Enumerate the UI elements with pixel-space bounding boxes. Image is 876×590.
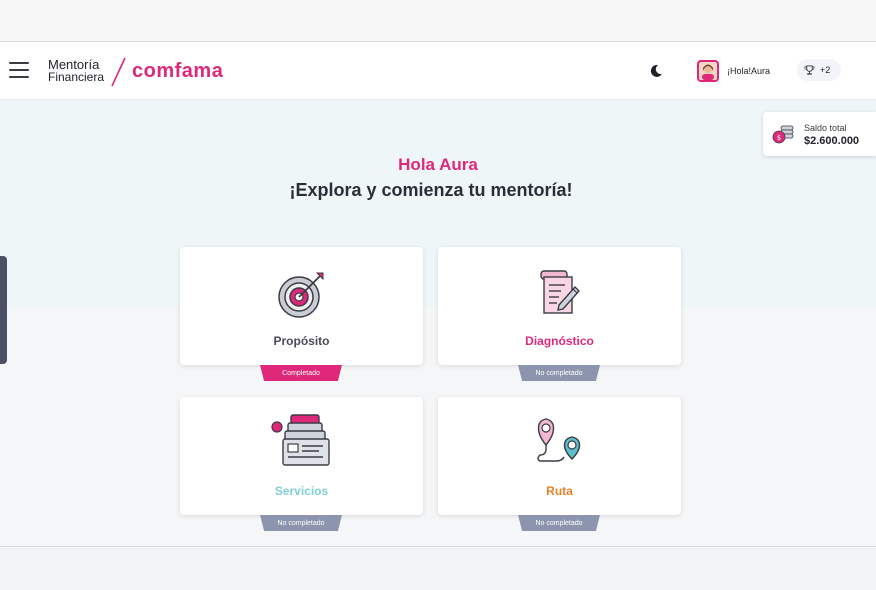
- status-badge-servicios: No completado: [260, 515, 342, 531]
- trophy-count: +2: [820, 65, 831, 75]
- bottom-divider: [0, 546, 876, 547]
- brand-title: Mentoría Financiera: [48, 58, 105, 84]
- card-title-proposito: Propósito: [273, 334, 330, 348]
- user-greeting[interactable]: ¡Hola!Aura: [727, 66, 770, 76]
- card-title-diagnostico: Diagnóstico: [525, 334, 594, 348]
- balance-label: Saldo total: [804, 123, 847, 133]
- card-proposito[interactable]: Propósito: [180, 247, 423, 365]
- checklist-icon: [539, 270, 580, 314]
- card-title-servicios: Servicios: [274, 484, 329, 498]
- balance-value: $2.600.000: [804, 135, 860, 147]
- status-badge-diagnostico: No completado: [518, 365, 600, 381]
- avatar[interactable]: [697, 60, 719, 82]
- svg-text:$: $: [777, 134, 781, 142]
- achievements-pill[interactable]: +2: [797, 59, 841, 81]
- brand-line-2: Financiera: [48, 70, 105, 84]
- card-ruta[interactable]: Ruta: [438, 397, 681, 515]
- card-diagnostico[interactable]: Diagnóstico: [438, 247, 681, 365]
- target-icon: [277, 272, 323, 318]
- side-drawer-tab[interactable]: [0, 256, 7, 364]
- card-title-ruta: Ruta: [546, 484, 573, 498]
- divider-slash: [111, 57, 126, 87]
- menu-icon[interactable]: [9, 62, 29, 78]
- coins-icon: $: [772, 125, 794, 144]
- browser-top-strip: [0, 0, 876, 42]
- app-header: Mentoría Financiera comfama ¡Hola!Aura +…: [0, 42, 876, 100]
- balance-widget[interactable]: $ Saldo total $2.600.000: [763, 112, 876, 156]
- moon-icon[interactable]: [648, 63, 664, 79]
- status-badge-proposito: Completado: [260, 365, 342, 381]
- comfama-logo[interactable]: comfama: [132, 60, 223, 83]
- card-servicios[interactable]: Servicios: [180, 397, 423, 515]
- hero-hello: Hola Aura: [398, 155, 478, 174]
- services-icon: [270, 414, 330, 466]
- status-badge-ruta: No completado: [518, 515, 600, 531]
- avatar-icon: [702, 64, 714, 80]
- hero-subtitle: ¡Explora y comienza tu mentoría!: [289, 180, 573, 200]
- route-icon: [536, 418, 580, 462]
- trophy-icon: [804, 64, 815, 75]
